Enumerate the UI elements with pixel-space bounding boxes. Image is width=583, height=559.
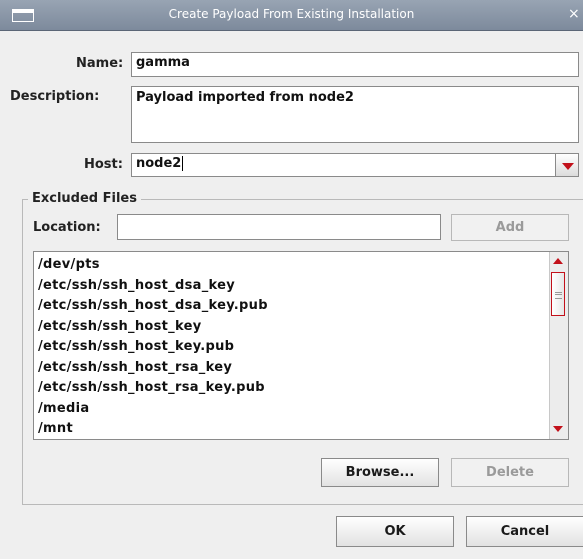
scrollbar-thumb[interactable] (551, 272, 565, 316)
name-label: Name: (76, 56, 124, 71)
arrow-up-icon (553, 258, 563, 264)
description-label: Description: (10, 89, 100, 104)
list-item[interactable]: /dev/pts (38, 255, 548, 276)
excluded-files-title: Excluded Files (28, 191, 141, 206)
list-item[interactable]: /etc/ssh/ssh_host_rsa_key (38, 358, 548, 379)
vertical-scrollbar[interactable] (549, 252, 568, 439)
window-title: Create Payload From Existing Installatio… (168, 7, 415, 21)
host-label: Host: (84, 157, 123, 172)
browse-button[interactable]: Browse... (321, 458, 439, 487)
add-button[interactable]: Add (451, 214, 569, 241)
location-field[interactable] (117, 214, 441, 240)
arrow-down-icon (553, 426, 563, 432)
list-item[interactable]: /mnt (38, 419, 548, 439)
host-combobox[interactable]: node2 (131, 153, 556, 177)
description-field[interactable]: Payload imported from node2 (131, 86, 579, 143)
close-icon[interactable]: × (568, 6, 580, 22)
grip-icon (555, 292, 562, 299)
list-item[interactable]: /etc/ssh/ssh_host_rsa_key.pub (38, 378, 548, 399)
host-dropdown-button[interactable] (555, 153, 579, 177)
scroll-up-button[interactable] (552, 255, 565, 268)
title-bar[interactable]: Create Payload From Existing Installatio… (0, 0, 583, 31)
list-item[interactable]: /media (38, 399, 548, 420)
scroll-down-button[interactable] (552, 423, 565, 436)
list-item[interactable]: /etc/ssh/ssh_host_dsa_key.pub (38, 296, 548, 317)
list-item[interactable]: /etc/ssh/ssh_host_dsa_key (38, 276, 548, 297)
host-value: node2 (136, 156, 182, 171)
list-item[interactable]: /etc/ssh/ssh_host_key.pub (38, 337, 548, 358)
delete-button[interactable]: Delete (451, 458, 569, 487)
cancel-button[interactable]: Cancel (466, 516, 583, 547)
location-label: Location: (33, 220, 101, 235)
chevron-down-icon (562, 163, 574, 170)
excluded-files-list[interactable]: /dev/pts/etc/ssh/ssh_host_dsa_key/etc/ss… (33, 251, 569, 440)
list-item[interactable]: /etc/ssh/ssh_host_key (38, 317, 548, 338)
file-list-items: /dev/pts/etc/ssh/ssh_host_dsa_key/etc/ss… (38, 255, 548, 439)
name-field[interactable]: gamma (131, 52, 579, 77)
ok-button[interactable]: OK (336, 516, 454, 547)
